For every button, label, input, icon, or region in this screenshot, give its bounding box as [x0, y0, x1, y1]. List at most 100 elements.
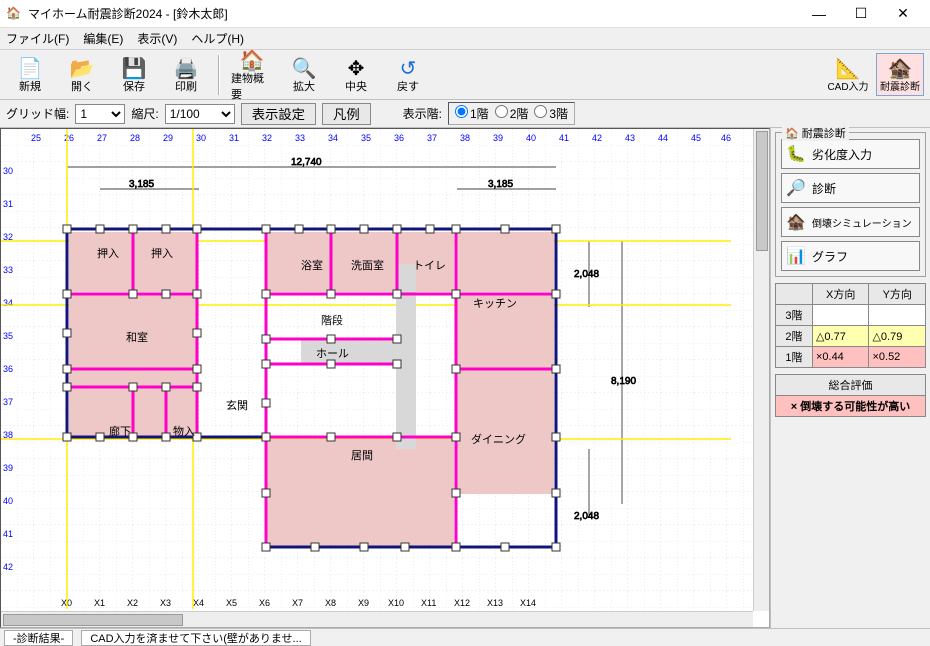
svg-text:ダイニング: ダイニング	[471, 432, 526, 446]
floor3-radio[interactable]: 3階	[534, 105, 568, 122]
svg-text:36: 36	[3, 364, 13, 374]
svg-text:X13: X13	[487, 598, 503, 608]
svg-text:28: 28	[130, 133, 140, 143]
menubar: ファイル(F) 編集(E) 表示(V) ヘルプ(H)	[0, 28, 930, 50]
svg-text:41: 41	[3, 529, 13, 539]
save-label: 保存	[123, 78, 145, 94]
degrade-input-button[interactable]: 🐛 劣化度入力	[781, 139, 920, 169]
ruler-bottom: X0X1 X2X3 X4X5 X6X7 X8X9 X10X11 X12X13 X…	[61, 598, 536, 608]
svg-text:玄関: 玄関	[226, 398, 248, 412]
svg-text:8,190: 8,190	[611, 376, 636, 387]
workspace: 252627 282930 313233 343536 373839 40414…	[0, 128, 930, 628]
floor2-radio[interactable]: 2階	[495, 105, 529, 122]
status-message: CAD入力を済ませて下さい(壁がありませ...	[81, 630, 310, 646]
undo-icon: ↺	[400, 56, 417, 78]
save-button[interactable]: 💾 保存	[110, 53, 158, 97]
svg-text:34: 34	[328, 133, 338, 143]
diagnose-button[interactable]: 🔎 診断	[781, 173, 920, 203]
separator	[218, 55, 220, 95]
house-icon: 🏠	[240, 48, 265, 70]
group-legend: 🏠 耐震診断	[782, 125, 849, 141]
svg-text:押入: 押入	[151, 246, 173, 260]
cad-tab-label: CAD入力	[827, 78, 868, 93]
svg-text:44: 44	[658, 133, 668, 143]
vertical-scrollbar[interactable]	[753, 129, 769, 611]
svg-text:X4: X4	[193, 598, 204, 608]
quake-tab[interactable]: 🏚️ 耐震診断	[876, 53, 924, 96]
svg-text:31: 31	[3, 199, 13, 209]
svg-text:37: 37	[427, 133, 437, 143]
open-button[interactable]: 📂 開く	[58, 53, 106, 97]
bug-icon: 🐛	[786, 144, 806, 164]
legend-button[interactable]: 凡例	[322, 103, 371, 125]
floor-plan-svg: 252627 282930 313233 343536 373839 40414…	[1, 129, 755, 628]
drawing-canvas[interactable]: 252627 282930 313233 343536 373839 40414…	[0, 128, 770, 628]
svg-text:押入: 押入	[97, 246, 119, 260]
ydir-header: Y方向	[869, 284, 926, 305]
maximize-button[interactable]: ☐	[840, 2, 882, 26]
status-bar: -診断結果- CAD入力を済ませて下さい(壁がありませ...	[0, 628, 930, 646]
options-bar: グリッド幅: 1 縮尺: 1/100 表示設定 凡例 表示階: 1階 2階 3階	[0, 100, 930, 128]
menu-view[interactable]: 表示(V)	[137, 30, 177, 47]
svg-text:37: 37	[3, 397, 13, 407]
table-row-2f: 2階 △0.77 △0.79	[776, 326, 926, 347]
house-small-icon: 🏠	[785, 128, 799, 140]
new-button[interactable]: 📄 新規	[6, 53, 54, 97]
undo-label: 戻す	[397, 78, 419, 94]
cad-tab[interactable]: 📐 CAD入力	[824, 53, 872, 96]
svg-text:46: 46	[721, 133, 731, 143]
menu-file[interactable]: ファイル(F)	[6, 30, 69, 47]
app-icon: 🏠	[6, 6, 22, 22]
minimize-button[interactable]: ―	[798, 2, 840, 26]
overall-header: 総合評価	[775, 374, 926, 395]
collapse-icon: 🏚️	[786, 212, 806, 232]
svg-text:43: 43	[625, 133, 635, 143]
horizontal-scrollbar[interactable]	[1, 611, 753, 627]
graph-button[interactable]: 📊 グラフ	[781, 241, 920, 271]
svg-text:X9: X9	[358, 598, 369, 608]
new-label: 新規	[19, 78, 41, 94]
svg-text:浴室: 浴室	[301, 258, 323, 272]
svg-text:X10: X10	[388, 598, 404, 608]
svg-text:X14: X14	[520, 598, 536, 608]
side-panel: 🏠 耐震診断 🐛 劣化度入力 🔎 診断 🏚️ 倒壊シミュレーション 📊 グラフ	[770, 128, 930, 628]
quake-diag-group: 🏠 耐震診断 🐛 劣化度入力 🔎 診断 🏚️ 倒壊シミュレーション 📊 グラフ	[775, 132, 926, 277]
center-icon: ✥	[348, 56, 365, 78]
floor-radio-group: 1階 2階 3階	[448, 102, 575, 125]
print-icon: 🖨️	[174, 56, 199, 78]
center-button[interactable]: ✥ 中央	[332, 53, 380, 97]
titlebar: 🏠 マイホーム耐震診断2024 - [鈴木太郎] ― ☐ ✕	[0, 0, 930, 28]
svg-text:42: 42	[592, 133, 602, 143]
svg-text:40: 40	[526, 133, 536, 143]
svg-text:洗面室: 洗面室	[351, 258, 384, 272]
open-icon: 📂	[70, 56, 95, 78]
svg-text:30: 30	[196, 133, 206, 143]
scale-select[interactable]: 1/100	[165, 104, 235, 124]
undo-button[interactable]: ↺ 戻す	[384, 53, 432, 97]
collapse-sim-button[interactable]: 🏚️ 倒壊シミュレーション	[781, 207, 920, 237]
svg-text:トイレ: トイレ	[413, 260, 446, 272]
svg-text:キッチン: キッチン	[473, 297, 517, 310]
svg-text:29: 29	[163, 133, 173, 143]
svg-text:X2: X2	[127, 598, 138, 608]
zoom-button[interactable]: 🔍 拡大	[280, 53, 328, 97]
print-button[interactable]: 🖨️ 印刷	[162, 53, 210, 97]
close-button[interactable]: ✕	[882, 2, 924, 26]
svg-text:39: 39	[493, 133, 503, 143]
svg-text:31: 31	[229, 133, 239, 143]
toolbar: 📄 新規 📂 開く 💾 保存 🖨️ 印刷 🏠 建物概要 🔍 拡大 ✥ 中央 ↺ …	[0, 50, 930, 100]
svg-text:階段: 階段	[321, 313, 343, 327]
building-button[interactable]: 🏠 建物概要	[228, 45, 276, 105]
svg-text:35: 35	[3, 331, 13, 341]
svg-text:ホール: ホール	[316, 347, 349, 360]
floor1-radio[interactable]: 1階	[455, 105, 489, 122]
window-buttons: ― ☐ ✕	[798, 2, 924, 26]
overall-value: × 倒壊する可能性が高い	[775, 395, 926, 417]
chart-icon: 📊	[786, 246, 806, 266]
svg-text:X11: X11	[421, 598, 436, 608]
grid-width-select[interactable]: 1	[75, 104, 125, 124]
status-tab[interactable]: -診断結果-	[4, 630, 73, 646]
building-label: 建物概要	[231, 70, 273, 102]
menu-edit[interactable]: 編集(E)	[83, 30, 123, 47]
display-settings-button[interactable]: 表示設定	[241, 103, 316, 125]
